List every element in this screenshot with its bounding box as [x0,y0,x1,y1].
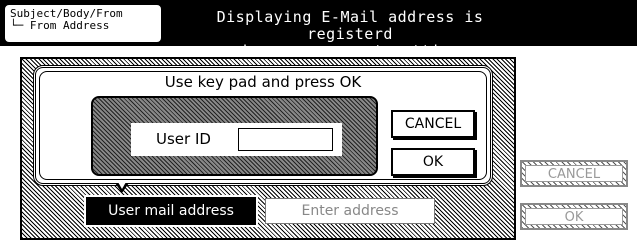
breadcrumb-line2: └─ From Address [10,19,110,32]
userid-input[interactable] [238,128,333,151]
dialog-ok-button[interactable]: OK [391,148,475,176]
header-message-line1: Displaying E-Mail address is registerd [216,8,484,43]
enter-address-button[interactable]: Enter address [265,198,435,224]
userid-dialog: Use key pad and press OK User ID CANCEL … [33,65,493,186]
header-message: Displaying E-Mail address is registerd i… [170,9,530,60]
dialog-cancel-button[interactable]: CANCEL [391,110,475,138]
dialog-pointer-inner [118,182,126,189]
breadcrumb-tab[interactable]: Subject/Body/From └─ From Address [3,3,163,44]
cancel-button[interactable]: CANCEL [520,160,628,187]
userid-entry-box: User ID [91,96,378,176]
userid-label: User ID [156,130,211,148]
cancel-button-label: CANCEL [525,165,623,182]
user-mail-address-button[interactable]: User mail address [84,195,258,227]
userid-plate: User ID [131,123,342,156]
ok-button[interactable]: OK [520,203,628,230]
dialog-instruction: Use key pad and press OK [164,73,362,91]
ok-button-label: OK [525,208,623,225]
title-bar: Subject/Body/From └─ From Address Displa… [0,0,637,60]
